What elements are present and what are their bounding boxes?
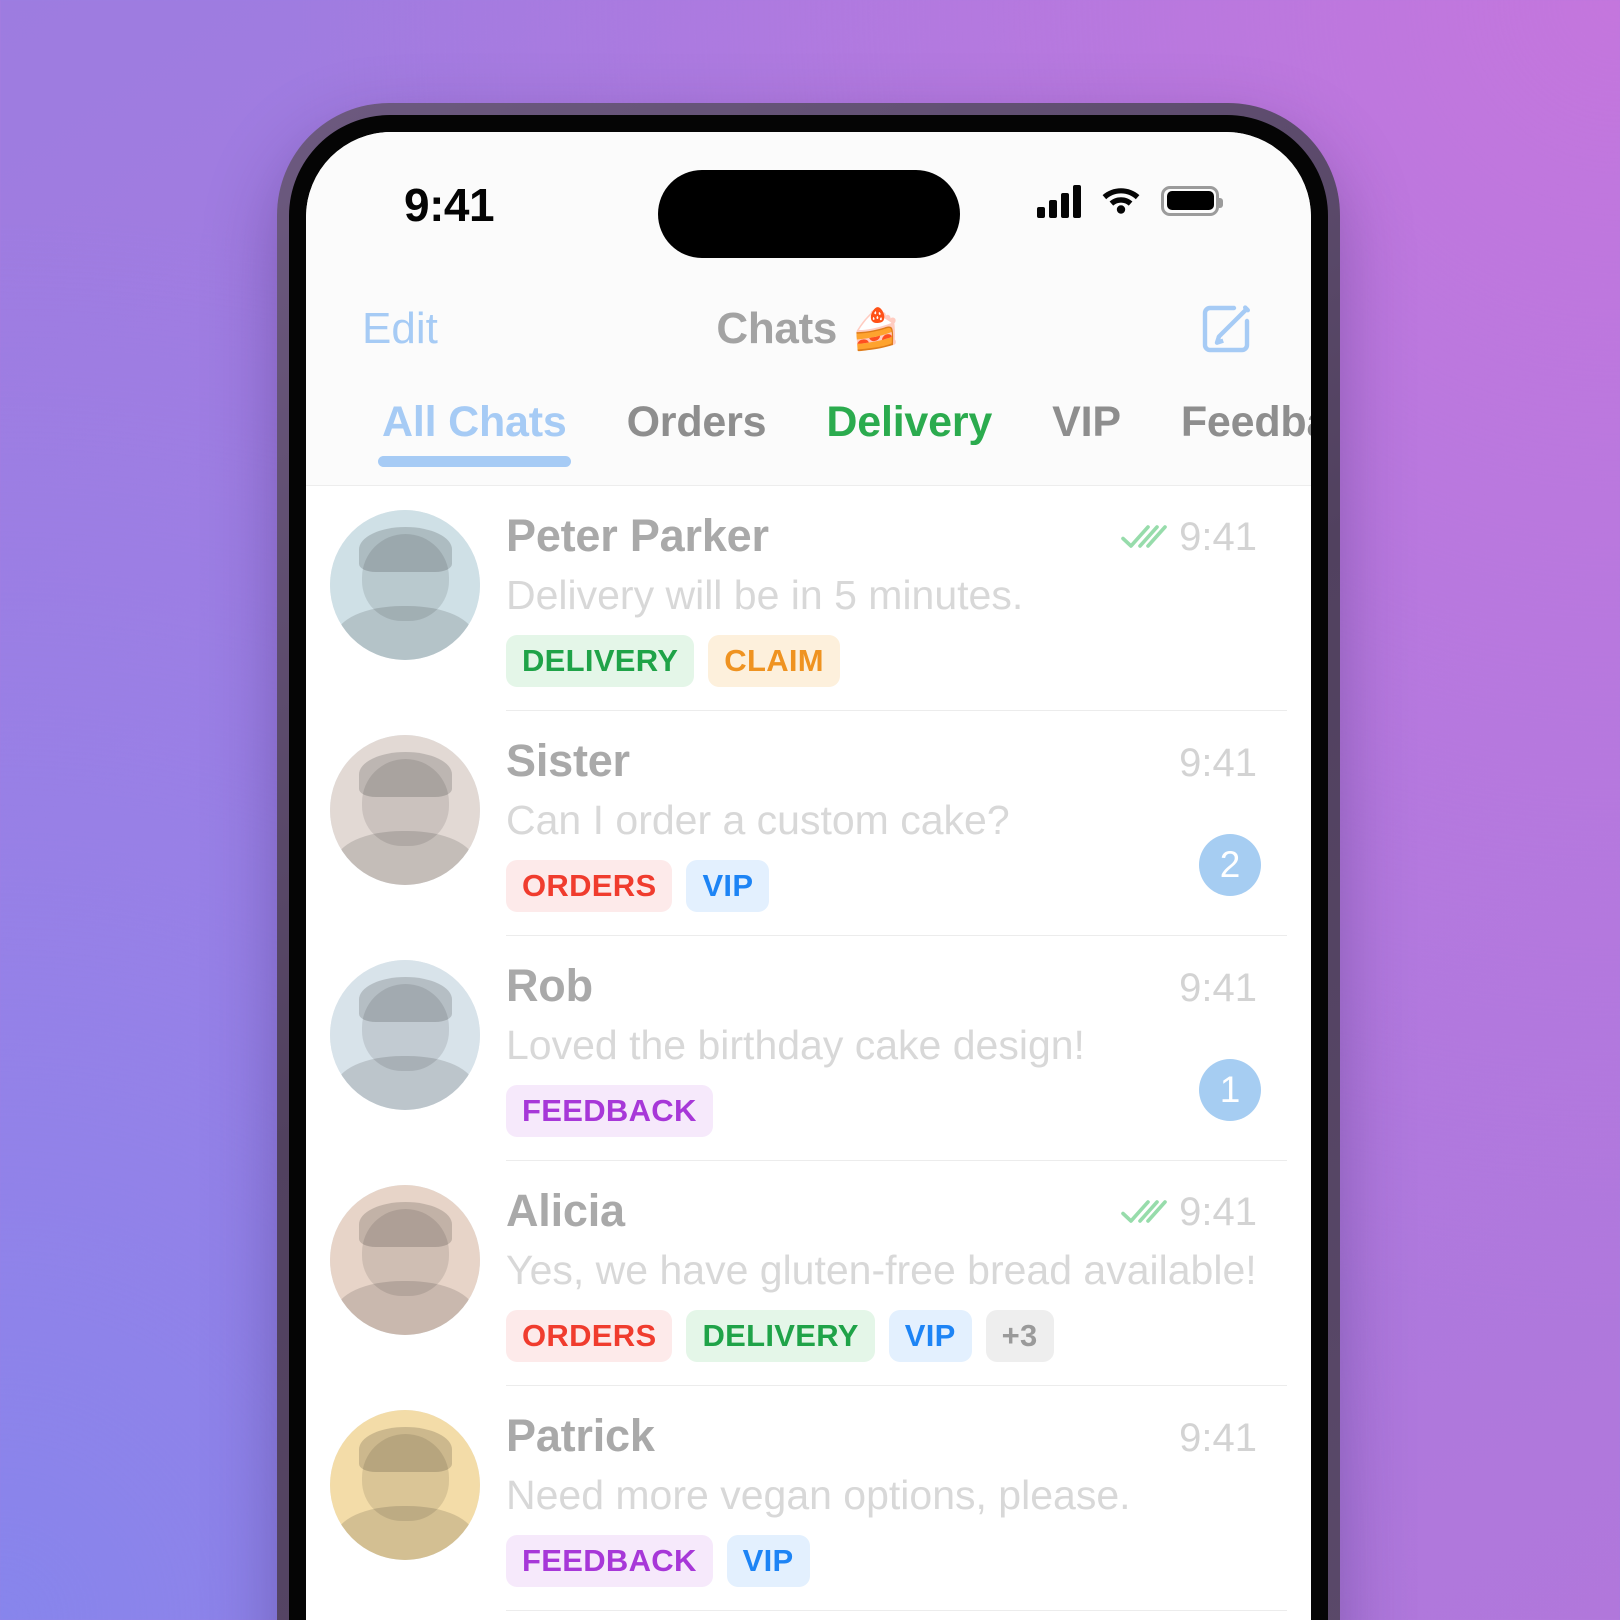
chat-tag-vip[interactable]: VIP	[888, 1310, 972, 1362]
chat-row-body: Peter Parker 9:41 Delivery will be in 5 mi…	[506, 510, 1267, 687]
status-bar: 9:41	[306, 132, 1311, 270]
chat-row-body: Sister 9:41 Can I order a custom cake? ORDE…	[506, 710, 1287, 912]
edit-button[interactable]: Edit	[362, 304, 438, 354]
tab-orders[interactable]: Orders	[597, 388, 797, 447]
chat-list-item[interactable]: Peter Parker 9:41 Delivery will be in 5 mi…	[306, 486, 1311, 711]
avatar[interactable]	[330, 510, 480, 660]
tab-bar[interactable]: All ChatsOrdersDeliveryVIPFeedbackE	[306, 388, 1311, 486]
tab-vip[interactable]: VIP	[1022, 388, 1151, 447]
tab-strip[interactable]: All ChatsOrdersDeliveryVIPFeedbackE	[306, 388, 1311, 485]
chat-row-meta: 9:41	[1121, 515, 1257, 560]
page-title-text: Chats	[716, 304, 838, 353]
chat-row-body: Rob 9:41 Loved the birthday cake design! FE…	[506, 935, 1287, 1137]
phone-frame: 9:41 Edit Chats 🍰 All Chats Orders Deliv…	[277, 103, 1340, 1620]
chat-row-header: Peter Parker 9:41	[506, 510, 1257, 562]
avatar[interactable]	[330, 1410, 480, 1560]
chat-list-item[interactable]: Jessica9:41Nice, got it.	[306, 1610, 1311, 1620]
cake-slice-icon: 🍰	[851, 307, 901, 352]
avatar[interactable]	[330, 960, 480, 1110]
chat-tag-claim[interactable]: CLAIM	[708, 635, 840, 687]
chat-list-item[interactable]: Patrick 9:41 Need more vegan options, plea…	[306, 1385, 1311, 1611]
chat-timestamp: 9:41	[1179, 1416, 1257, 1460]
chat-timestamp: 9:41	[1179, 741, 1257, 785]
chat-list-item[interactable]: Alicia 9:41 Yes, we have gluten-free bread…	[306, 1160, 1311, 1386]
chat-preview-text: Need more vegan options, please.	[506, 1472, 1131, 1518]
chat-row-meta: 9:41	[1179, 966, 1257, 1011]
chat-preview-text: Can I order a custom cake?	[506, 797, 1010, 843]
chat-tag-orders[interactable]: ORDERS	[506, 860, 673, 912]
tab-feedback[interactable]: Feedback	[1151, 388, 1311, 447]
chat-tag-row: ORDERS VIP	[506, 860, 1257, 912]
chat-timestamp: 9:41	[1179, 1189, 1257, 1234]
status-indicators	[1037, 182, 1223, 219]
chat-list-item[interactable]: Sister 9:41 Can I order a custom cake? ORDE…	[306, 710, 1311, 936]
chat-tag-row: DELIVERY CLAIM	[506, 635, 1257, 687]
chat-tag-feedback[interactable]: FEEDBACK	[506, 1535, 713, 1587]
chat-preview-text: Loved the birthday cake design!	[506, 1022, 1085, 1068]
tab-all-chats[interactable]: All Chats	[352, 388, 597, 467]
unread-badge: 2	[1199, 834, 1261, 896]
chat-row-body: Patrick 9:41 Need more vegan options, plea…	[506, 1385, 1287, 1587]
cellular-signal-icon	[1037, 184, 1081, 218]
chat-name: Sister	[506, 735, 630, 786]
double-check-icon	[1121, 523, 1167, 551]
chat-tag-delivery[interactable]: DELIVERY	[506, 635, 695, 687]
chat-tag-more[interactable]: +3	[985, 1310, 1054, 1362]
phone-bezel: 9:41 Edit Chats 🍰 All Chats Orders Deliv…	[289, 115, 1328, 1620]
chat-name: Alicia	[506, 1185, 625, 1236]
chat-list[interactable]: Peter Parker 9:41 Delivery will be in 5 mi…	[306, 486, 1311, 1620]
chat-name: Peter Parker	[506, 510, 769, 561]
chat-row-meta: 9:41	[1179, 741, 1257, 786]
chat-tag-row: FEEDBACK	[506, 1085, 1257, 1137]
avatar[interactable]	[330, 1185, 480, 1335]
chat-row-meta: 9:41	[1121, 1190, 1257, 1235]
chat-timestamp: 9:41	[1179, 514, 1257, 559]
chat-row-header: Rob 9:41	[506, 960, 1257, 1012]
chat-preview-text: Delivery will be in 5 minutes.	[506, 572, 1024, 618]
dynamic-island	[657, 170, 960, 258]
wifi-icon	[1100, 182, 1142, 219]
chat-tag-row: ORDERS DELIVERY VIP +3	[506, 1310, 1257, 1362]
chat-tag-vip[interactable]: VIP	[726, 1535, 810, 1587]
status-time: 9:41	[404, 179, 495, 231]
chat-row-header: Patrick 9:41	[506, 1410, 1257, 1462]
chat-row-header: Alicia 9:41	[506, 1185, 1257, 1237]
double-check-icon	[1121, 1198, 1167, 1226]
avatar[interactable]	[330, 735, 480, 885]
unread-badge: 1	[1199, 1059, 1261, 1121]
phone-screen: 9:41 Edit Chats 🍰 All Chats Orders Deliv…	[306, 132, 1311, 1620]
chat-tag-vip[interactable]: VIP	[686, 860, 770, 912]
chat-row-header: Sister 9:41	[506, 735, 1257, 787]
nav-bar: Edit Chats 🍰	[306, 270, 1311, 388]
battery-icon	[1161, 185, 1223, 216]
compose-icon[interactable]	[1197, 300, 1255, 358]
chat-row-body: Alicia 9:41 Yes, we have gluten-free bread…	[506, 1160, 1287, 1362]
chat-name: Patrick	[506, 1410, 655, 1461]
chat-tag-row: FEEDBACK VIP	[506, 1535, 1257, 1587]
chat-timestamp: 9:41	[1179, 966, 1257, 1010]
page-title: Chats 🍰	[306, 304, 1311, 354]
chat-preview-text: Yes, we have gluten-free bread available…	[506, 1247, 1257, 1293]
chat-row-meta: 9:41	[1179, 1416, 1257, 1461]
tab-delivery[interactable]: Delivery	[796, 388, 1022, 447]
chat-tag-orders[interactable]: ORDERS	[506, 1310, 673, 1362]
chat-tag-delivery[interactable]: DELIVERY	[686, 1310, 875, 1362]
chat-list-item[interactable]: Rob 9:41 Loved the birthday cake design! FE…	[306, 935, 1311, 1161]
chat-name: Rob	[506, 960, 593, 1011]
chat-tag-feedback[interactable]: FEEDBACK	[506, 1085, 713, 1137]
